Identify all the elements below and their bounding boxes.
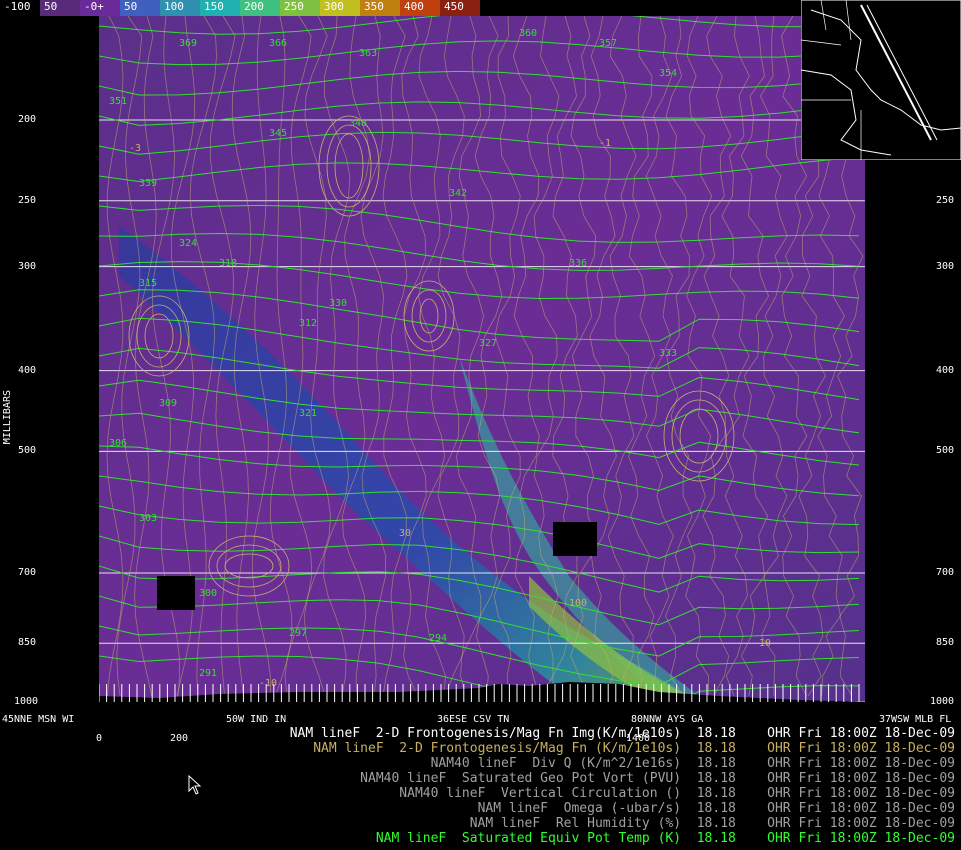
contour-label: 309 (159, 398, 177, 409)
pressure-tick-label: 250 (936, 194, 955, 206)
contour-label: 360 (519, 28, 537, 39)
legend-entry: NAM lineF 2-D Frontogenesis/Mag Fn Img(K… (289, 726, 955, 741)
distance-label: 200 (170, 733, 189, 744)
cross-section-plot[interactable]: 369 366 363 360 357 354 351 348 345 342 339 336 333 3… (99, 16, 865, 702)
contour-label: 330 (329, 298, 347, 309)
pressure-tick-label: 700 (936, 567, 955, 579)
contour-label: 366 (269, 38, 287, 49)
contour-label: 10 (759, 638, 771, 649)
pressure-tick-label: 850 (936, 637, 955, 649)
contour-label: 339 (139, 178, 157, 189)
color-scale-label: 250 (284, 0, 304, 13)
legend-entry: NAM lineF Saturated Equiv Pot Temp (K) 1… (375, 831, 955, 846)
contour-label: 321 (299, 408, 317, 419)
contour-label: 369 (179, 38, 197, 49)
contour-label: -1 (599, 138, 611, 149)
distance-label: 0 (96, 733, 103, 744)
contour-label: 306 (109, 438, 127, 449)
color-scale-label: 50 (124, 0, 138, 13)
color-scale-label: 150 (204, 0, 224, 13)
pressure-tick-label: 700 (18, 567, 37, 579)
contour-label: 354 (659, 68, 677, 79)
contour-label: 357 (599, 38, 617, 49)
pressure-tick-label: 500 (18, 445, 37, 457)
color-scale-label: 400 (404, 0, 424, 13)
cross-section-endpoint-label: 45NNE MSN WI (2, 714, 75, 725)
distance-ticks (99, 684, 860, 702)
pressure-tick-label: 1000 (14, 696, 39, 707)
contour-label: 336 (569, 258, 587, 269)
contour-label: 318 (219, 258, 237, 269)
contour-label: 294 (429, 633, 447, 644)
contour-label: 327 (479, 338, 497, 349)
color-scale-label: 450 (444, 0, 464, 13)
color-scale-label: 300 (324, 0, 344, 13)
cross-section-endpoint-label: 36ESE CSV TN (437, 714, 510, 725)
pressure-tick-label: 200 (18, 114, 37, 126)
legend-entry: NAM lineF 2-D Frontogenesis/Mag Fn (K/m/… (313, 741, 955, 756)
legend-entry: NAM lineF Rel Humidity (%) 18.18 OHR Fri… (469, 816, 955, 831)
inset-map[interactable] (801, 0, 961, 160)
contour-label: 333 (659, 348, 677, 359)
contour-label: 300 (199, 588, 217, 599)
contour-label: 312 (299, 318, 317, 329)
contour-label: 348 (349, 118, 367, 129)
y-axis-title: MILLIBARS (2, 390, 13, 445)
color-scale-label: 100 (164, 0, 184, 13)
contour-label: 100 (569, 598, 587, 609)
missing-data-block (157, 576, 195, 610)
missing-data-block (553, 522, 597, 556)
color-scale-label: 200 (244, 0, 264, 13)
contour-label: -3 (129, 143, 141, 154)
contour-label: 351 (109, 96, 127, 107)
pressure-tick-label: 300 (936, 260, 955, 272)
contour-label: 363 (359, 48, 377, 59)
cross-section-endpoint-label: 37WSW MLB FL (879, 714, 952, 725)
legend-entry: NAM40 lineF Vertical Circulation () 18.1… (399, 786, 955, 801)
color-scale-label: -0+ (84, 0, 104, 13)
legend-entry: NAM40 lineF Div Q (K/m^2/1e16s) 18.18 OH… (430, 756, 955, 771)
color-scale-label: 50 (44, 0, 58, 13)
contour-label: 30 (399, 528, 411, 539)
pressure-tick-label: 850 (18, 637, 37, 649)
contour-label: 303 (139, 513, 157, 524)
color-scale-label: -100 (4, 0, 31, 13)
contour-label: 345 (269, 128, 287, 139)
mouse-cursor-icon (188, 775, 202, 795)
pressure-tick-label: 400 (936, 364, 955, 376)
cross-section-endpoint-label: 80NNW AYS GA (631, 714, 704, 725)
contour-label: 297 (289, 628, 307, 639)
pressure-tick-label: 1000 (930, 696, 955, 707)
color-scale-label: 350 (364, 0, 384, 13)
pressure-tick-label: 300 (18, 260, 37, 272)
contour-label: -10 (259, 678, 277, 689)
contour-label: 315 (139, 278, 157, 289)
pressure-tick-label: 250 (18, 194, 37, 206)
cross-section-endpoint-label: 50W IND IN (226, 714, 287, 725)
legend-entry: NAM lineF Omega (-ubar/s) 18.18 OHR Fri … (477, 801, 955, 816)
contour-label: 324 (179, 238, 197, 249)
legend-entry: NAM40 lineF Saturated Geo Pot Vort (PVU)… (360, 771, 955, 786)
contour-label: 291 (199, 668, 217, 679)
pressure-tick-label: 500 (936, 445, 955, 457)
contour-label: 342 (449, 188, 467, 199)
pressure-tick-label: 400 (18, 364, 37, 376)
